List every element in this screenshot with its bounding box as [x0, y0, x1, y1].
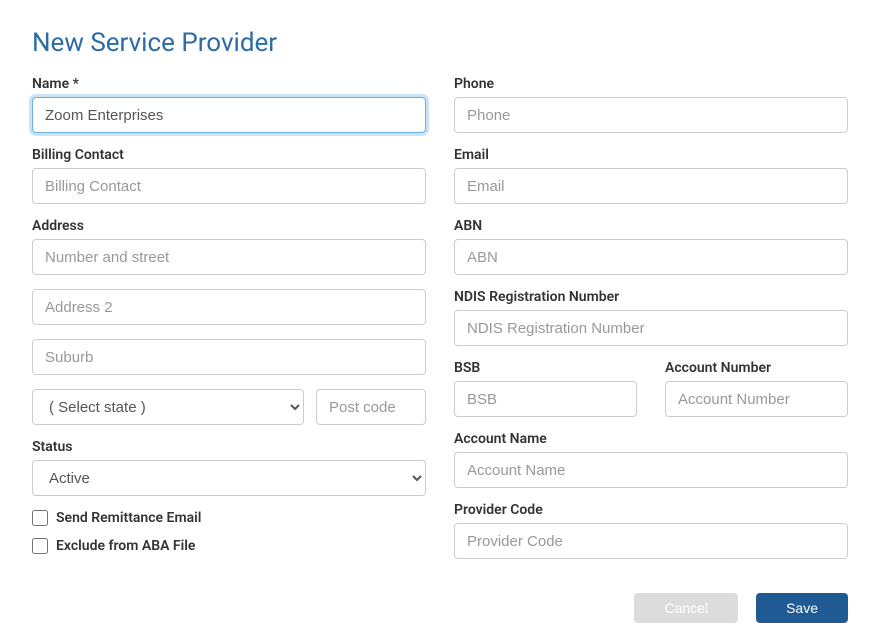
suburb-field[interactable] — [32, 339, 426, 375]
account-name-label: Account Name — [454, 431, 848, 447]
name-field[interactable] — [32, 97, 426, 133]
form-footer: Cancel Save — [454, 593, 848, 623]
status-label: Status — [32, 439, 426, 455]
bsb-field[interactable] — [454, 381, 637, 417]
phone-label: Phone — [454, 76, 848, 92]
billing-contact-field[interactable] — [32, 168, 426, 204]
cancel-button[interactable]: Cancel — [634, 593, 738, 623]
ndis-field[interactable] — [454, 310, 848, 346]
status-select[interactable]: Active — [32, 460, 426, 496]
bsb-label: BSB — [454, 360, 637, 376]
abn-field[interactable] — [454, 239, 848, 275]
save-button[interactable]: Save — [756, 593, 848, 623]
postcode-field[interactable] — [316, 389, 426, 425]
account-name-field[interactable] — [454, 452, 848, 488]
form-columns: Name * Billing Contact Address ( Select … — [32, 76, 848, 623]
name-label: Name * — [32, 76, 426, 92]
account-number-field[interactable] — [665, 381, 848, 417]
address-line2-field[interactable] — [32, 289, 426, 325]
account-number-label: Account Number — [665, 360, 848, 376]
left-column: Name * Billing Contact Address ( Select … — [32, 76, 426, 623]
email-label: Email — [454, 147, 848, 163]
billing-contact-label: Billing Contact — [32, 147, 426, 163]
state-select[interactable]: ( Select state ) — [32, 389, 304, 425]
email-field[interactable] — [454, 168, 848, 204]
right-column: Phone Email ABN NDIS Registration Number… — [454, 76, 848, 623]
page-title: New Service Provider — [32, 28, 848, 58]
send-remittance-label: Send Remittance Email — [56, 510, 201, 526]
abn-label: ABN — [454, 218, 848, 234]
exclude-aba-label: Exclude from ABA File — [56, 538, 195, 554]
ndis-label: NDIS Registration Number — [454, 289, 848, 305]
provider-code-label: Provider Code — [454, 502, 848, 518]
phone-field[interactable] — [454, 97, 848, 133]
send-remittance-checkbox[interactable] — [32, 510, 48, 526]
address-line1-field[interactable] — [32, 239, 426, 275]
provider-code-field[interactable] — [454, 523, 848, 559]
address-label: Address — [32, 218, 426, 234]
exclude-aba-checkbox[interactable] — [32, 538, 48, 554]
